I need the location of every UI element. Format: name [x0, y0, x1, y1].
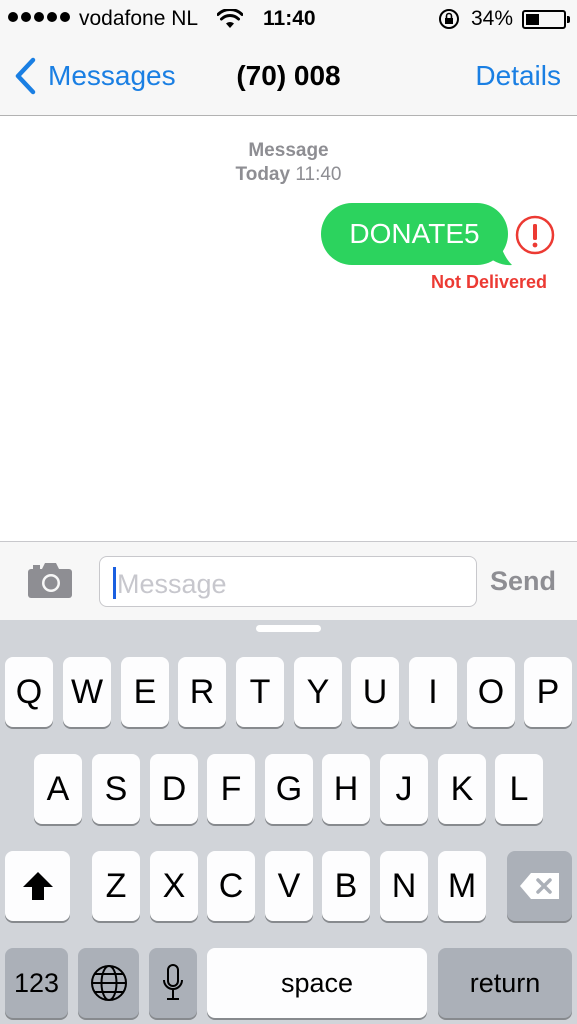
key-p[interactable]: P — [524, 657, 572, 727]
key-n[interactable]: N — [380, 851, 428, 921]
key-u[interactable]: U — [351, 657, 399, 727]
details-button[interactable]: Details — [475, 60, 561, 92]
send-button[interactable]: Send — [490, 566, 556, 597]
timestamp-day: Today — [235, 164, 291, 185]
shift-arrow-icon — [22, 872, 53, 900]
numbers-key[interactable]: 123 — [5, 948, 68, 1018]
key-y[interactable]: Y — [294, 657, 342, 727]
backspace-icon — [519, 873, 559, 899]
key-i[interactable]: I — [409, 657, 457, 727]
timestamp: Today 11:40 — [0, 164, 577, 186]
key-v[interactable]: V — [265, 851, 313, 921]
key-a[interactable]: A — [34, 754, 82, 824]
key-b[interactable]: B — [322, 851, 370, 921]
rotation-lock-icon — [439, 9, 459, 29]
key-g[interactable]: G — [265, 754, 313, 824]
key-l[interactable]: L — [495, 754, 543, 824]
message-input-bar: Message Send — [0, 541, 577, 620]
battery-icon — [522, 10, 570, 29]
timestamp-time: 11:40 — [295, 164, 342, 185]
camera-icon[interactable] — [26, 560, 74, 600]
timestamp-header: Message — [248, 140, 329, 161]
space-key[interactable]: space — [207, 948, 427, 1018]
error-alert-icon[interactable] — [515, 215, 555, 255]
key-r[interactable]: R — [178, 657, 226, 727]
key-x[interactable]: X — [150, 851, 198, 921]
status-bar: vodafone NL 11:40 34% — [0, 0, 577, 40]
carrier-name: vodafone NL — [79, 7, 199, 30]
return-key[interactable]: return — [438, 948, 572, 1018]
message-input-placeholder: Message — [117, 569, 227, 599]
globe-key[interactable] — [78, 948, 139, 1018]
key-z[interactable]: Z — [92, 851, 140, 921]
globe-icon — [90, 965, 127, 1001]
delete-key[interactable] — [507, 851, 572, 921]
key-h[interactable]: H — [322, 754, 370, 824]
key-m[interactable]: M — [438, 851, 486, 921]
key-o[interactable]: O — [467, 657, 515, 727]
shift-key[interactable] — [5, 851, 70, 921]
keyboard-grabber — [256, 625, 321, 632]
wifi-icon — [217, 9, 243, 28]
key-s[interactable]: S — [92, 754, 140, 824]
key-f[interactable]: F — [207, 754, 255, 824]
key-w[interactable]: W — [63, 657, 111, 727]
clock: 11:40 — [263, 7, 316, 30]
battery-percent: 34% — [471, 7, 514, 30]
microphone-icon — [163, 964, 183, 1000]
message-input[interactable]: Message — [99, 556, 477, 607]
key-j[interactable]: J — [380, 754, 428, 824]
text-caret — [113, 567, 116, 599]
key-c[interactable]: C — [207, 851, 255, 921]
key-t[interactable]: T — [236, 657, 284, 727]
key-k[interactable]: K — [438, 754, 486, 824]
key-q[interactable]: Q — [5, 657, 53, 727]
key-d[interactable]: D — [150, 754, 198, 824]
signal-strength-icon — [8, 12, 70, 22]
message-bubble[interactable]: DONATE5 — [321, 203, 508, 265]
dictation-key[interactable] — [149, 948, 197, 1018]
key-e[interactable]: E — [121, 657, 169, 727]
conversation-area[interactable]: Message Today 11:40 DONATE5 Not Delivere… — [0, 117, 577, 541]
navigation-bar: Messages (70) 008 Details — [0, 40, 577, 116]
delivery-status: Not Delivered — [430, 272, 547, 292]
keyboard: Q W E R T Y U I O P A S D F G H J K L Z … — [0, 620, 577, 1024]
